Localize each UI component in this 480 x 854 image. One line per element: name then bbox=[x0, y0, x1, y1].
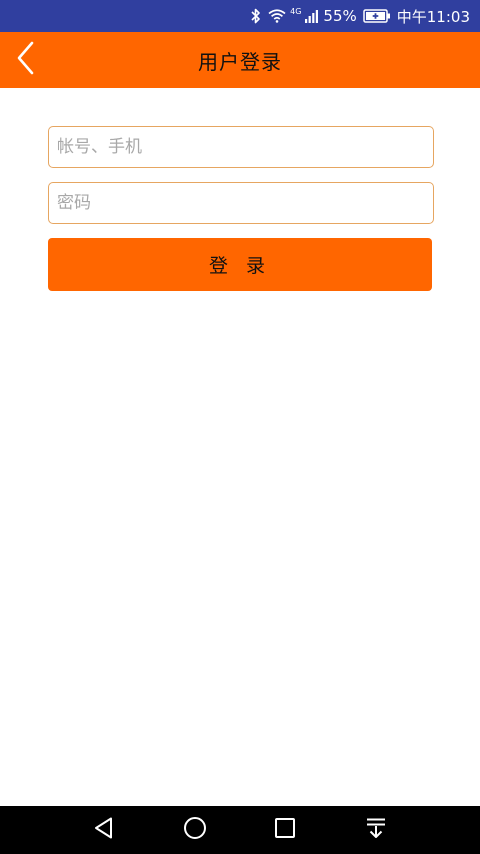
nav-home-button[interactable] bbox=[179, 814, 211, 846]
battery-percent: 55% bbox=[323, 7, 357, 25]
chevron-left-icon bbox=[16, 41, 36, 79]
page-title: 用户登录 bbox=[198, 49, 282, 74]
login-button[interactable]: 登 录 bbox=[48, 238, 432, 291]
battery-charging-icon bbox=[363, 9, 391, 23]
nav-back-button[interactable] bbox=[88, 814, 120, 846]
status-clock: 中午11:03 bbox=[396, 7, 470, 26]
bluetooth-icon bbox=[250, 8, 262, 24]
network-type-label: 4G bbox=[290, 6, 302, 16]
system-nav-bar bbox=[0, 806, 480, 854]
home-circle-icon bbox=[183, 816, 207, 844]
status-bar: 4G 55% 中午11:03 bbox=[0, 0, 480, 32]
nav-notification-button[interactable] bbox=[360, 814, 392, 846]
password-input[interactable] bbox=[48, 182, 434, 224]
signal-icon bbox=[305, 9, 319, 23]
notification-pulldown-icon bbox=[365, 817, 387, 843]
back-button[interactable] bbox=[6, 38, 46, 82]
back-triangle-icon bbox=[93, 816, 115, 844]
wifi-icon bbox=[268, 9, 286, 23]
recents-square-icon bbox=[274, 817, 296, 843]
app-bar: 用户登录 bbox=[0, 32, 480, 88]
nav-recents-button[interactable] bbox=[269, 814, 301, 846]
screen: 4G 55% 中午11:03 用户登录 帐号、手机 登 录 bbox=[0, 0, 480, 854]
account-input[interactable] bbox=[48, 126, 434, 168]
